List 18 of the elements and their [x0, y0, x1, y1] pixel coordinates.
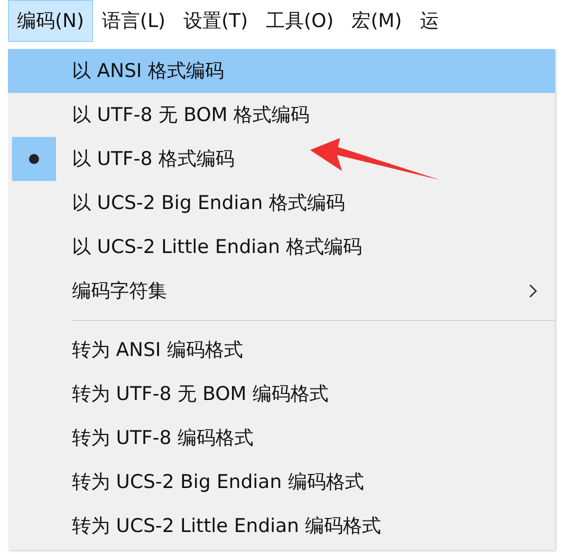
menu-item[interactable]: 转为 UTF-8 编码格式: [8, 416, 555, 460]
menu-bar-item[interactable]: 语言(L): [93, 0, 174, 42]
menu-bar-item[interactable]: 宏(M): [342, 0, 411, 42]
chevron-right-icon: [529, 284, 537, 298]
menu-item[interactable]: 转为 UCS-2 Little Endian 编码格式: [8, 504, 555, 548]
menu-bar-item[interactable]: 编码(N): [8, 0, 94, 42]
menu-bar-item[interactable]: 设置(T): [174, 0, 257, 42]
menu-item[interactable]: 以 UCS-2 Little Endian 格式编码: [8, 225, 555, 269]
menu-bar-item[interactable]: 运: [410, 0, 448, 42]
menu-item[interactable]: 以 UTF-8 无 BOM 格式编码: [8, 93, 555, 137]
menu-item[interactable]: 编码字符集: [8, 269, 555, 313]
menu-item[interactable]: 转为 UTF-8 无 BOM 编码格式: [8, 372, 555, 416]
menu-item[interactable]: 以 UTF-8 格式编码: [8, 137, 555, 181]
menu-item[interactable]: 转为 ANSI 编码格式: [8, 328, 555, 372]
menu-bar-item[interactable]: 工具(O): [256, 0, 343, 42]
menu-item[interactable]: 以 UCS-2 Big Endian 格式编码: [8, 181, 555, 225]
menu-item[interactable]: 转为 UCS-2 Big Endian 编码格式: [8, 460, 555, 504]
menu-item[interactable]: 以 ANSI 格式编码: [8, 49, 555, 93]
